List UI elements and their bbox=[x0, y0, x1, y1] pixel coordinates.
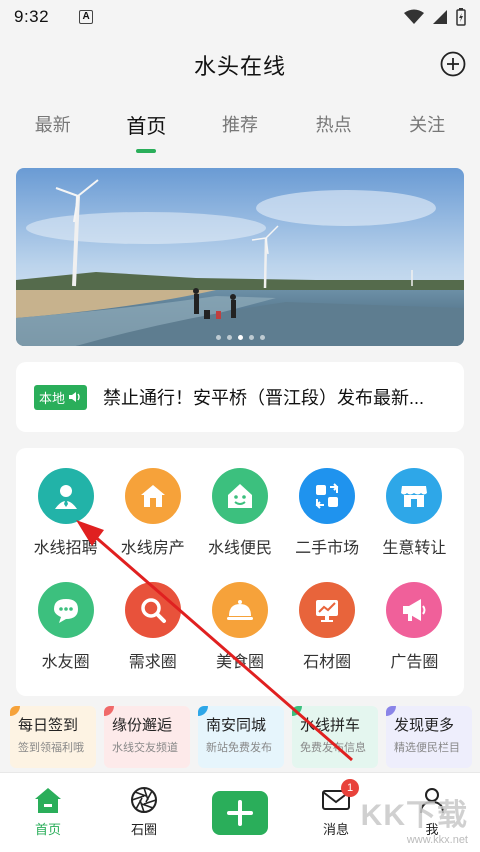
carousel-dot[interactable] bbox=[215, 335, 221, 340]
service-secondhand[interactable]: 二手市场 bbox=[284, 468, 370, 582]
watermark-url: www.kkx.net bbox=[406, 834, 468, 846]
chat-icon bbox=[37, 582, 94, 638]
service-label: 石材圈 bbox=[303, 654, 352, 671]
status-bar: 9:32 A bbox=[0, 0, 480, 34]
shortcut-title: 南安同城 bbox=[206, 717, 267, 734]
service-label: 生意转让 bbox=[382, 540, 447, 557]
local-news-ticker[interactable]: 本地 禁止通行！安平桥（晋江段）发布最新... bbox=[16, 362, 464, 432]
carousel-dots bbox=[16, 335, 464, 340]
shortcut-checkin[interactable]: 每日签到 签到领福利哦 bbox=[10, 706, 96, 768]
shortcut-subtitle: 免费发布信息 bbox=[300, 742, 366, 754]
service-business-transfer[interactable]: 生意转让 bbox=[371, 468, 457, 582]
shortcut-cards: 每日签到 签到领福利哦 缘份邂逅 水线交友频道 南安同城 新站免费发布 水线拼车… bbox=[10, 706, 480, 768]
shortcut-title: 每日签到 bbox=[18, 717, 79, 734]
wifi-icon bbox=[404, 9, 424, 24]
service-label: 广告圈 bbox=[390, 654, 439, 671]
watermark-brand: KK下载 bbox=[360, 799, 468, 832]
tab-home[interactable]: 首页 bbox=[106, 110, 186, 153]
active-tab-indicator bbox=[136, 148, 157, 153]
service-label: 美食圈 bbox=[215, 654, 264, 671]
tab-home-label: 首页 bbox=[126, 115, 167, 138]
service-label: 需求圈 bbox=[128, 654, 177, 671]
local-badge-label: 本地 bbox=[39, 390, 66, 406]
status-time: 9:32 bbox=[14, 7, 50, 26]
tab-hot[interactable]: 热点 bbox=[294, 111, 374, 137]
nav-stone-circle[interactable]: 石圈 bbox=[109, 785, 179, 838]
app-bar: 水头在线 bbox=[0, 34, 480, 96]
shortcut-discover[interactable]: 发现更多 精选便民栏目 bbox=[386, 706, 472, 768]
exchange-icon bbox=[299, 468, 356, 524]
speaker-icon bbox=[69, 392, 80, 402]
signal-icon bbox=[433, 10, 447, 24]
service-convenience[interactable]: 水线便民 bbox=[197, 468, 283, 582]
service-label: 二手市场 bbox=[295, 540, 360, 557]
carousel-dot[interactable] bbox=[259, 335, 265, 340]
chart-icon bbox=[299, 582, 356, 638]
service-friends-circle[interactable]: 水友圈 bbox=[23, 582, 109, 696]
house-icon bbox=[124, 468, 181, 524]
shortcut-subtitle: 精选便民栏目 bbox=[394, 742, 460, 754]
local-badge: 本地 bbox=[34, 384, 88, 410]
notification-icon: A bbox=[79, 10, 94, 24]
shortcut-nanan[interactable]: 南安同城 新站免费发布 bbox=[198, 706, 284, 768]
banner-carousel[interactable] bbox=[16, 168, 464, 346]
service-food-circle[interactable]: 美食圈 bbox=[197, 582, 283, 696]
shortcut-title: 水线拼车 bbox=[300, 717, 361, 734]
shop-icon bbox=[386, 468, 443, 524]
app-title: 水头在线 bbox=[193, 54, 286, 79]
tab-recommend[interactable]: 推荐 bbox=[200, 111, 280, 137]
aperture-icon bbox=[131, 787, 157, 813]
message-count-badge: 1 bbox=[341, 779, 359, 797]
services-grid: 水线招聘 水线房产 水线便民 二手市场 生意转让 水友圈 需求圈 美食圈 石材圈… bbox=[16, 448, 464, 696]
service-label: 水线房产 bbox=[120, 540, 185, 557]
smile-house-icon bbox=[211, 468, 268, 524]
nav-home[interactable]: 首页 bbox=[13, 785, 83, 838]
service-stone-circle[interactable]: 石材圈 bbox=[284, 582, 370, 696]
carousel-dot[interactable] bbox=[248, 335, 254, 340]
nav-label: 首页 bbox=[34, 822, 61, 837]
shortcut-title: 缘份邂逅 bbox=[112, 717, 173, 734]
category-tabs: 最新 首页 推荐 热点 关注 bbox=[0, 96, 480, 153]
nav-label: 石圈 bbox=[130, 822, 157, 837]
megaphone-icon bbox=[386, 582, 443, 638]
carousel-dot[interactable] bbox=[226, 335, 232, 340]
publish-button[interactable] bbox=[212, 791, 268, 835]
shortcut-subtitle: 签到领福利哦 bbox=[18, 742, 84, 754]
shortcut-subtitle: 新站免费发布 bbox=[206, 742, 272, 754]
service-label: 水友圈 bbox=[41, 654, 90, 671]
person-icon bbox=[37, 468, 94, 524]
nav-publish[interactable] bbox=[205, 785, 275, 835]
news-headline: 禁止通行！安平桥（晋江段）发布最新... bbox=[103, 388, 425, 408]
nav-label: 消息 bbox=[322, 822, 349, 837]
shortcut-title: 发现更多 bbox=[394, 717, 455, 734]
shortcut-subtitle: 水线交友频道 bbox=[112, 742, 178, 754]
service-realestate[interactable]: 水线房产 bbox=[110, 468, 196, 582]
service-jobs[interactable]: 水线招聘 bbox=[23, 468, 109, 582]
home-icon bbox=[35, 788, 61, 813]
tab-follow[interactable]: 关注 bbox=[387, 111, 467, 137]
tab-latest[interactable]: 最新 bbox=[13, 111, 93, 137]
service-label: 水线招聘 bbox=[33, 540, 98, 557]
food-cover-icon bbox=[211, 582, 268, 638]
shortcut-dating[interactable]: 缘份邂逅 水线交友频道 bbox=[104, 706, 190, 768]
banner-image bbox=[16, 168, 464, 346]
shortcut-carpool[interactable]: 水线拼车 免费发布信息 bbox=[292, 706, 378, 768]
service-ad-circle[interactable]: 广告圈 bbox=[371, 582, 457, 696]
add-circle-icon[interactable] bbox=[440, 51, 466, 77]
plus-icon bbox=[227, 800, 253, 826]
service-label: 水线便民 bbox=[207, 540, 272, 557]
carousel-dot-active[interactable] bbox=[237, 335, 243, 340]
battery-icon bbox=[456, 8, 466, 26]
service-demand-circle[interactable]: 需求圈 bbox=[110, 582, 196, 696]
magnifier-icon bbox=[124, 582, 181, 638]
watermark: KK下载 www.kkx.net bbox=[361, 790, 468, 846]
